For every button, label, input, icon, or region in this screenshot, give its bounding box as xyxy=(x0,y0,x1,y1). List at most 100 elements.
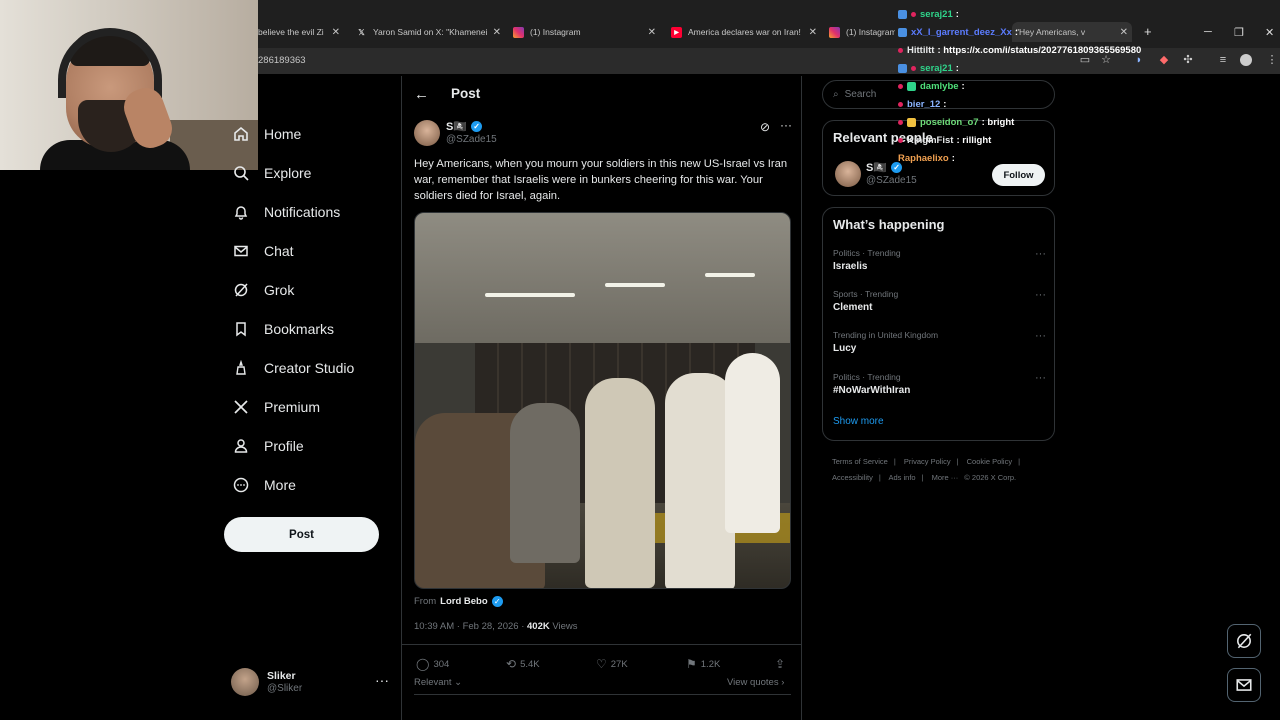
nav-item-more[interactable]: More xyxy=(224,469,296,501)
reply-button[interactable]: ◯ 304 xyxy=(416,657,449,671)
like-button[interactable]: ♡ 27K xyxy=(596,657,628,671)
follow-button[interactable]: Follow xyxy=(992,164,1045,186)
chat-username: xX_I_garrent_deez_Xx xyxy=(911,26,1012,38)
browser-tab[interactable]: (1) Instagram ✕ xyxy=(513,22,656,42)
view-quotes-link[interactable]: View quotes › xyxy=(727,677,784,688)
author-handle[interactable]: @SZade15 xyxy=(446,134,497,145)
more-dots-icon[interactable]: ··· xyxy=(780,118,792,132)
footer-separator: | xyxy=(1018,457,1021,466)
share-button[interactable]: ⇪ xyxy=(775,657,789,671)
chat-message: poseidon_o7: bright xyxy=(898,114,1014,130)
badge-icon xyxy=(907,117,916,127)
browser-tab-active[interactable]: "Hey Americans, v ✕ xyxy=(1012,22,1132,42)
video-person xyxy=(725,353,780,533)
kebab-menu-icon[interactable]: ⋮ xyxy=(1265,53,1279,67)
footer-link[interactable]: Accessibility xyxy=(832,473,873,482)
trend-item[interactable]: Politics · Trending #NoWarWithIran ··· xyxy=(833,372,1046,408)
nav-item-explore[interactable]: Explore xyxy=(224,157,311,189)
person-name-row[interactable]: S🏴‍☠️ ✓ xyxy=(866,161,903,174)
instagram-icon xyxy=(829,26,840,38)
badge-icon xyxy=(911,11,916,17)
close-icon[interactable]: ✕ xyxy=(1120,27,1128,38)
grok-icon[interactable]: ⊘ xyxy=(760,120,770,134)
nav-item-profile[interactable]: Profile xyxy=(224,430,304,462)
window-close-icon[interactable]: ✕ xyxy=(1265,26,1274,39)
nav-item-home[interactable]: Home xyxy=(224,118,301,150)
close-icon[interactable]: ✕ xyxy=(332,27,340,38)
footer-separator: | xyxy=(921,473,924,482)
bookmark-icon: ⚑ xyxy=(686,657,697,671)
repost-button[interactable]: ⟲ 5.4K xyxy=(506,657,540,671)
footer-link[interactable]: More ··· xyxy=(932,473,959,482)
trend-item[interactable]: Trending in United Kingdom Lucy ··· xyxy=(833,330,1046,366)
author-avatar[interactable] xyxy=(414,120,440,146)
main-column: ← Post S🏴‍☠️ ✓ @SZade15 ⊘ ··· Hey Americ… xyxy=(401,76,802,720)
chat-username: KingmFist xyxy=(907,134,954,146)
back-arrow-icon[interactable]: ← xyxy=(414,86,429,103)
avatar[interactable] xyxy=(835,161,861,187)
timestamp[interactable]: 10:39 AM · Feb 28, 2026 · xyxy=(414,621,527,632)
footer-copyright: © 2026 X Corp. xyxy=(964,473,1017,482)
post-button[interactable]: Post xyxy=(224,517,379,552)
new-tab-button[interactable]: + xyxy=(1144,24,1152,39)
share-icon: ⇪ xyxy=(775,657,786,671)
views-label: Views xyxy=(552,621,578,632)
nav-item-chat[interactable]: Chat xyxy=(224,235,294,267)
trend-item[interactable]: Politics · Trending Israelis ··· xyxy=(833,248,1046,284)
person-handle[interactable]: @SZade15 xyxy=(866,175,917,186)
source-name[interactable]: Lord Bebo xyxy=(440,596,488,607)
footer-link[interactable]: Privacy Policy xyxy=(904,457,951,466)
chat-message: bier_12: xyxy=(898,96,946,112)
more-dots-icon[interactable]: ··· xyxy=(1035,372,1046,384)
account-handle: @Sliker xyxy=(267,683,303,694)
nav-item-grok[interactable]: Grok xyxy=(224,274,294,306)
footer-separator: | xyxy=(878,473,881,482)
chat-text: : bright xyxy=(981,116,1015,128)
post-video[interactable] xyxy=(414,212,791,589)
chevron-down-icon: ⌄ xyxy=(454,677,463,688)
author-name-row[interactable]: S🏴‍☠️ ✓ xyxy=(446,120,483,133)
nav-item-premium[interactable]: Premium xyxy=(224,391,320,423)
trend-item[interactable]: Sports · Trending Clement ··· xyxy=(833,289,1046,325)
more-dots-icon[interactable]: ··· xyxy=(375,672,389,688)
nav-item-creator-studio[interactable]: Creator Studio xyxy=(224,352,354,384)
browser-tab[interactable]: ▶ America declares war on Iran! ✕ xyxy=(671,22,817,42)
grok-floating-button[interactable] xyxy=(1227,624,1261,658)
extension-icon[interactable]: ◆ xyxy=(1157,53,1171,67)
browser-tab[interactable]: (1) Instagram xyxy=(829,22,895,42)
more-dots-icon[interactable]: ··· xyxy=(1035,330,1046,342)
close-icon[interactable]: ✕ xyxy=(648,27,656,38)
chat-text: : xyxy=(1014,26,1019,38)
puzzle-icon[interactable]: ✣ xyxy=(1181,53,1195,67)
chat-text: : xyxy=(961,80,965,92)
tab-title: believe the evil Zi xyxy=(258,27,324,37)
person-icon xyxy=(232,437,250,455)
post-timestamp: 10:39 AM · Feb 28, 2026 · 402K Views xyxy=(414,621,578,632)
footer-link[interactable]: Terms of Service xyxy=(832,457,888,466)
footer-link[interactable]: Cookie Policy xyxy=(967,457,1012,466)
more-dots-icon[interactable]: ··· xyxy=(1035,248,1046,260)
mail-icon xyxy=(1236,679,1252,691)
account-switcher[interactable]: Sliker @Sliker ··· xyxy=(231,668,391,698)
close-icon[interactable]: ✕ xyxy=(493,27,501,38)
browser-tab[interactable]: 𝕏 Yaron Samid on X: "Khamenei ✕ xyxy=(356,22,501,42)
close-icon[interactable]: ✕ xyxy=(809,27,817,38)
show-more-link[interactable]: Show more xyxy=(833,416,884,427)
browser-tab[interactable]: believe the evil Zi ✕ xyxy=(258,22,340,42)
bookmark-button[interactable]: ⚑ 1.2K xyxy=(686,657,720,671)
profile-avatar-icon[interactable] xyxy=(1240,54,1252,66)
restore-icon[interactable]: ❐ xyxy=(1234,26,1244,39)
footer-link[interactable]: Ads info xyxy=(888,473,915,482)
home-icon xyxy=(232,125,250,143)
minimize-icon[interactable]: ─ xyxy=(1204,26,1212,38)
menu-list-icon[interactable]: ≡ xyxy=(1216,53,1230,67)
more-dots-icon[interactable]: ··· xyxy=(1035,289,1046,301)
url-text: 286189363 xyxy=(258,55,306,66)
reply-sort-dropdown[interactable]: Relevant ⌄ xyxy=(414,677,462,688)
badge-icon xyxy=(898,83,903,89)
messages-floating-button[interactable] xyxy=(1227,668,1261,702)
nav-item-bookmarks[interactable]: Bookmarks xyxy=(224,313,334,345)
badge-icon xyxy=(911,65,916,71)
grok-icon xyxy=(1237,633,1252,649)
nav-item-notifications[interactable]: Notifications xyxy=(224,196,340,228)
